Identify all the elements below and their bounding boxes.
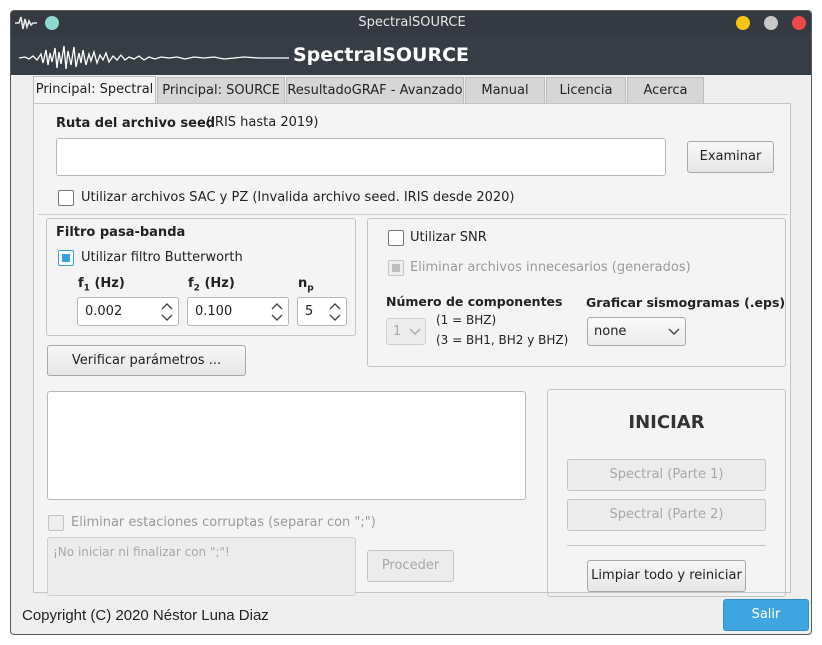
- f1-label: f1 (Hz): [78, 276, 125, 294]
- reset-button[interactable]: Limpiar todo y reiniciar: [587, 560, 746, 592]
- maximize-icon[interactable]: [764, 16, 778, 30]
- corrupt-stations-input[interactable]: ¡No iniciar ni finalizar con ";"!: [47, 537, 356, 596]
- tab-manual[interactable]: Manual: [465, 77, 545, 103]
- components-select[interactable]: 1: [386, 318, 426, 345]
- start-title: INICIAR: [628, 412, 705, 433]
- tab-licencia[interactable]: Licencia: [546, 77, 626, 103]
- spin-arrows-icon[interactable]: [160, 301, 174, 323]
- tab-principal-source[interactable]: Principal: SOURCE: [157, 77, 285, 103]
- window-title: SpectralSOURCE: [358, 15, 466, 30]
- seed-note: (IRIS hasta 2019): [206, 115, 319, 130]
- start-divider: [567, 545, 766, 546]
- log-textarea[interactable]: [47, 391, 526, 500]
- seed-path-input[interactable]: [56, 138, 666, 176]
- close-icon[interactable]: [792, 16, 806, 30]
- spectral-part2-button[interactable]: Spectral (Parte 2): [567, 499, 766, 531]
- filter-title: Filtro pasa-banda: [56, 225, 186, 240]
- verify-parameters-button[interactable]: Verificar parámetros ...: [47, 345, 246, 376]
- chevron-down-icon: [409, 328, 421, 335]
- corrupt-stations-checkbox[interactable]: [48, 515, 64, 531]
- snr-label: Utilizar SNR: [410, 230, 487, 245]
- delete-files-label: Eliminar archivos innecesarios (generado…: [410, 260, 691, 275]
- seismogram-icon: [19, 45, 289, 70]
- exit-button[interactable]: Salir: [723, 599, 809, 631]
- spin-arrows-icon[interactable]: [270, 301, 284, 323]
- corrupt-stations-placeholder: ¡No iniciar ni finalizar con ";"!: [53, 545, 230, 559]
- title-bar: SpectralSOURCE: [11, 11, 811, 35]
- browse-button[interactable]: Examinar: [687, 141, 774, 173]
- sacpz-label: Utilizar archivos SAC y PZ (Invalida arc…: [81, 190, 515, 205]
- sacpz-checkbox[interactable]: [58, 190, 74, 206]
- tab-principal-spectral[interactable]: Principal: Spectral: [33, 76, 156, 104]
- plot-select[interactable]: none: [587, 317, 686, 346]
- components-note-2: (3 = BH1, BH2 y BHZ): [436, 333, 569, 347]
- f2-label: f2 (Hz): [188, 276, 235, 294]
- butterworth-label: Utilizar filtro Butterworth: [81, 250, 243, 265]
- banner-title: SpectralSOURCE: [293, 44, 470, 66]
- plot-value: none: [594, 324, 627, 339]
- proceed-button[interactable]: Proceder: [367, 550, 454, 582]
- section-divider: [38, 214, 788, 215]
- components-note-1: (1 = BHZ): [436, 313, 497, 327]
- delete-files-checkbox[interactable]: [388, 260, 404, 276]
- f1-value: 0.002: [85, 304, 123, 319]
- tab-panel-spectral: Ruta del archivo seed (IRIS hasta 2019) …: [33, 103, 791, 597]
- chevron-down-icon: [668, 328, 680, 335]
- plot-label: Graficar sismogramas (.eps): [586, 295, 786, 310]
- components-value: 1: [393, 324, 402, 339]
- app-banner: SpectralSOURCE: [11, 35, 811, 75]
- tab-acerca[interactable]: Acerca: [627, 77, 704, 103]
- spectral-part1-button[interactable]: Spectral (Parte 1): [567, 459, 766, 491]
- np-label: np: [298, 276, 314, 294]
- tab-resultadograf[interactable]: ResultadoGRAF - Avanzado: [286, 77, 464, 103]
- copyright-text: Copyright (C) 2020 Néstor Luna Diaz: [22, 607, 269, 624]
- spin-arrows-icon[interactable]: [328, 301, 342, 323]
- f2-spinbox[interactable]: 0.100: [187, 297, 289, 326]
- seed-label: Ruta del archivo seed: [56, 116, 216, 131]
- corrupt-stations-label: Eliminar estaciones corruptas (separar c…: [71, 515, 376, 530]
- np-spinbox[interactable]: 5: [297, 297, 347, 326]
- app-window: SpectralSOURCE SpectralSOURCE Principal:…: [10, 10, 812, 635]
- minimize-icon[interactable]: [736, 16, 750, 30]
- np-value: 5: [305, 304, 314, 319]
- f2-value: 0.100: [195, 304, 233, 319]
- components-label: Número de componentes: [386, 294, 563, 309]
- snr-checkbox[interactable]: [388, 230, 404, 246]
- f1-spinbox[interactable]: 0.002: [77, 297, 179, 326]
- butterworth-checkbox[interactable]: [58, 250, 74, 266]
